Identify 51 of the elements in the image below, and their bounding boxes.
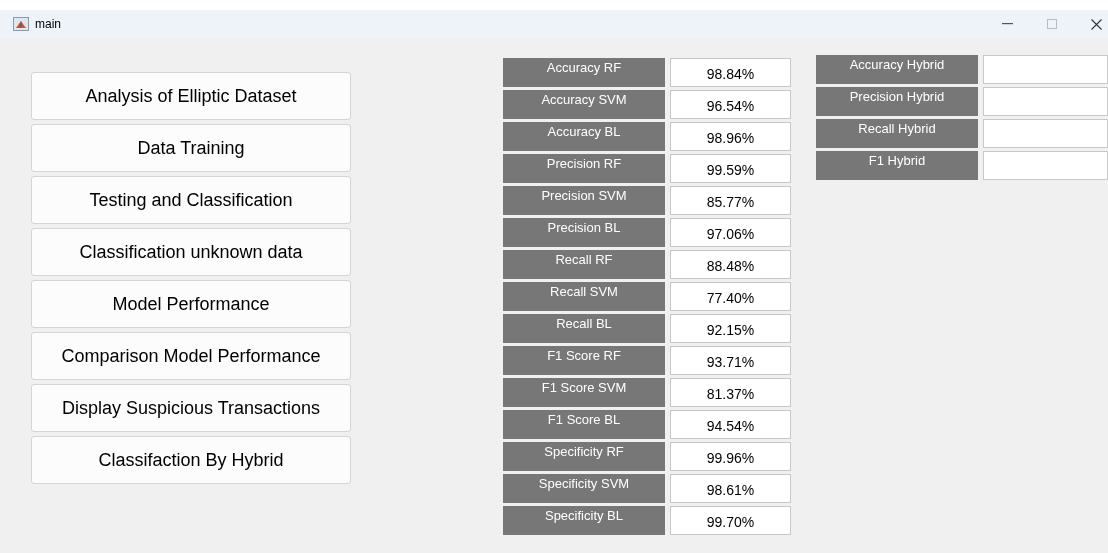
value-field[interactable]: 93.71% (670, 346, 791, 375)
value-field[interactable] (983, 87, 1108, 116)
metric-label: Recall SVM (503, 282, 665, 311)
menu-button[interactable]: Classifaction By Hybrid (31, 436, 351, 484)
metric-label: Precision RF (503, 154, 665, 183)
metric-label: F1 Score SVM (503, 378, 665, 407)
menu-button[interactable]: Display Suspicious Transactions (31, 384, 351, 432)
value-field[interactable]: 85.77% (670, 186, 791, 215)
metric-label: Recall RF (503, 250, 665, 279)
value-field[interactable] (983, 151, 1108, 180)
close-icon[interactable] (1091, 18, 1102, 30)
metric-label: Precision SVM (503, 186, 665, 215)
metric-label: F1 Hybrid (816, 151, 978, 180)
metric-label: Specificity RF (503, 442, 665, 471)
value-field[interactable]: 99.59% (670, 154, 791, 183)
value-field[interactable]: 98.96% (670, 122, 791, 151)
menu-button[interactable]: Classification unknown data (31, 228, 351, 276)
metric-label: Accuracy RF (503, 58, 665, 87)
value-field[interactable] (983, 119, 1108, 148)
metric-label: Accuracy BL (503, 122, 665, 151)
app-logo-icon (13, 17, 29, 31)
metric-label: F1 Score RF (503, 346, 665, 375)
metric-label: Specificity BL (503, 506, 665, 535)
menu-button[interactable]: Testing and Classification (31, 176, 351, 224)
metric-label: Accuracy Hybrid (816, 55, 978, 84)
menu-button[interactable]: Analysis of Elliptic Dataset (31, 72, 351, 120)
value-field[interactable]: 92.15% (670, 314, 791, 343)
minimize-icon[interactable] (1002, 23, 1013, 25)
metric-label: Recall BL (503, 314, 665, 343)
metric-label: F1 Score BL (503, 410, 665, 439)
value-field[interactable]: 81.37% (670, 378, 791, 407)
value-field[interactable] (983, 55, 1108, 84)
value-field[interactable]: 88.48% (670, 250, 791, 279)
metric-label: Specificity SVM (503, 474, 665, 503)
value-field[interactable]: 99.70% (670, 506, 791, 535)
metric-label: Precision Hybrid (816, 87, 978, 116)
metric-label: Accuracy SVM (503, 90, 665, 119)
menu-button[interactable]: Data Training (31, 124, 351, 172)
value-field[interactable]: 94.54% (670, 410, 791, 439)
maximize-icon[interactable] (1047, 19, 1057, 29)
menu-button[interactable]: Model Performance (31, 280, 351, 328)
value-field[interactable]: 98.61% (670, 474, 791, 503)
value-field[interactable]: 99.96% (670, 442, 791, 471)
value-field[interactable]: 96.54% (670, 90, 791, 119)
menu-button[interactable]: Comparison Model Performance (31, 332, 351, 380)
window-title: main (35, 16, 61, 33)
value-field[interactable]: 98.84% (670, 58, 791, 87)
metric-label: Precision BL (503, 218, 665, 247)
metric-label: Recall Hybrid (816, 119, 978, 148)
value-field[interactable]: 77.40% (670, 282, 791, 311)
value-field[interactable]: 97.06% (670, 218, 791, 247)
